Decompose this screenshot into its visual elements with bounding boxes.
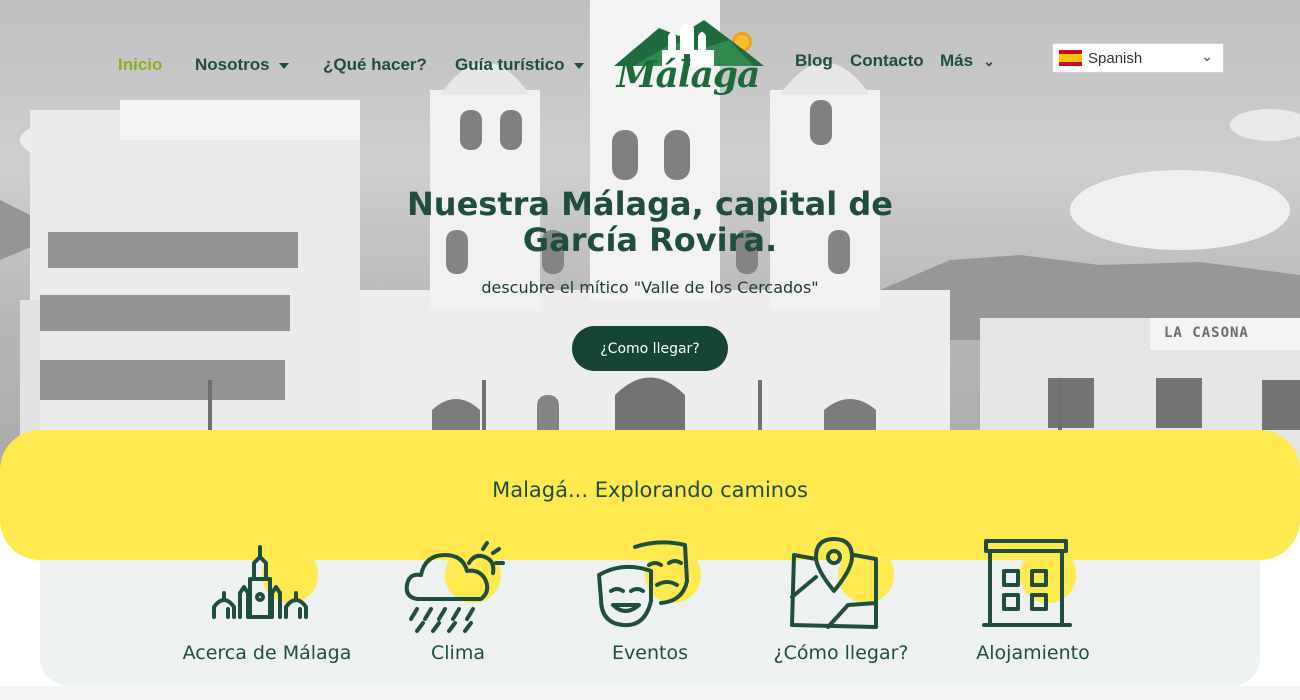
map-pin-icon [790,537,878,629]
card-clima[interactable]: Clima [363,535,553,675]
caret-down-icon [573,62,584,69]
spain-flag-icon [1059,50,1082,66]
weather-icon [404,541,505,633]
theater-masks-icon [597,540,689,628]
como-llegar-button[interactable]: ¿Como llegar? [572,326,728,371]
nav-item-label: Guía turístico [455,55,565,74]
chevron-down-icon: ⌄ [1201,48,1213,64]
card-label: Alojamiento [976,642,1090,664]
nav-item-guia-turistico[interactable]: Guía turístico [455,55,584,75]
church-icon [212,545,308,619]
chevron-down-icon: ⌄ [983,53,995,69]
card-label: ¿Cómo llegar? [773,642,909,664]
language-selector[interactable]: Spanish ⌄ [1052,43,1224,73]
nav-item-blog[interactable]: Blog [795,51,833,71]
card-acerca-de-malaga[interactable]: Acerca de Málaga [172,535,362,675]
nav-item-inicio[interactable]: Inicio [118,55,162,75]
logo-text: Málaga [616,54,761,96]
nav-item-contacto[interactable]: Contacto [850,51,924,71]
nav-item-label: ¿Qué hacer? [323,55,427,74]
card-label: Acerca de Málaga [182,642,352,664]
building-icon [982,539,1072,627]
site-logo[interactable]: Málaga [604,14,772,102]
card-label: Eventos [612,642,688,664]
caret-down-icon [278,62,289,69]
hero-subtitle: descubre el mítico "Valle de los Cercado… [481,278,819,297]
nav-item-label: Nosotros [195,55,270,74]
card-como-llegar[interactable]: ¿Cómo llegar? [746,535,936,675]
card-label: Clima [431,642,485,664]
background-sign-text: LA CASONA [1164,325,1249,341]
card-alojamiento[interactable]: Alojamiento [938,535,1128,675]
nav-item-label: Blog [795,51,833,70]
language-label: Spanish [1088,49,1143,67]
nav-item-mas[interactable]: Más ⌄ [940,51,995,71]
main-navigation: Inicio Nosotros ¿Qué hacer? Guía turísti… [0,0,1300,120]
nav-item-nosotros[interactable]: Nosotros [195,55,289,75]
band-title: Malagá... Explorando caminos [492,478,808,502]
next-section-preview [0,686,1300,700]
nav-item-que-hacer[interactable]: ¿Qué hacer? [323,55,427,75]
nav-item-label: Inicio [118,55,163,74]
nav-item-label: Más [940,51,974,70]
card-eventos[interactable]: Eventos [555,535,745,675]
nav-item-label: Contacto [850,51,924,70]
hero-title: Nuestra Málaga, capital de García Rovira… [407,185,893,259]
